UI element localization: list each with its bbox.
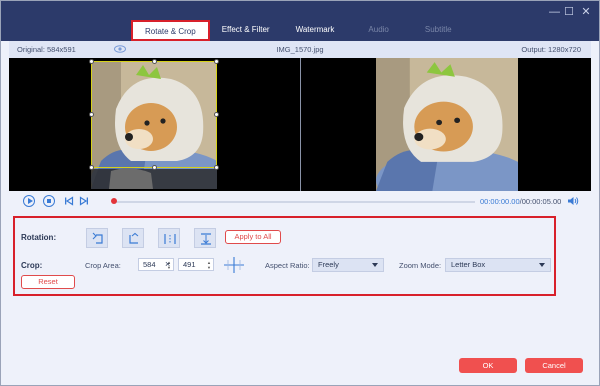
tab-rotate-crop[interactable]: Rotate & Crop: [131, 20, 210, 41]
minimize-icon[interactable]: —: [549, 7, 560, 18]
volume-icon[interactable]: [567, 196, 579, 206]
current-time: 00:00:00.00: [480, 197, 520, 206]
settings-panel: Rotation: Apply to All Crop: Crop Area: …: [13, 216, 556, 296]
original-preview: [9, 58, 300, 191]
apply-to-all-button[interactable]: Apply to All: [225, 230, 281, 244]
crop-handle-top[interactable]: [152, 59, 157, 64]
crop-handle-right[interactable]: [214, 112, 219, 117]
crop-area-label: Crop Area:: [85, 261, 121, 270]
rotate-left-button[interactable]: [86, 228, 108, 248]
crop-width-value: 584: [143, 260, 156, 269]
cancel-button[interactable]: Cancel: [525, 358, 583, 373]
tab-watermark[interactable]: Watermark: [282, 20, 349, 41]
aspect-ratio-value: Freely: [318, 260, 339, 269]
crop-handle-left[interactable]: [89, 112, 94, 117]
aspect-ratio-select[interactable]: Freely: [312, 258, 384, 272]
previous-frame-icon[interactable]: [64, 196, 74, 206]
preview-area: [9, 58, 591, 191]
crop-handle-bottom[interactable]: [152, 165, 157, 170]
aspect-ratio-label: Aspect Ratio:: [265, 261, 310, 270]
close-icon[interactable]: ✕: [581, 7, 591, 18]
tab-audio[interactable]: Audio: [348, 20, 408, 41]
zoom-mode-label: Zoom Mode:: [399, 261, 442, 270]
flip-vertical-button[interactable]: [194, 228, 216, 248]
tab-bar: Rotate & Crop Effect & Filter Watermark …: [131, 20, 468, 41]
dog-photo-output: [376, 58, 518, 191]
crop-handle-top-left[interactable]: [89, 59, 94, 64]
crop-label: Crop:: [21, 261, 43, 270]
timeline-track[interactable]: [113, 201, 475, 203]
zoom-mode-select[interactable]: Letter Box: [445, 258, 551, 272]
timeline-playhead[interactable]: [111, 198, 117, 204]
rotate-right-icon: [129, 232, 139, 244]
file-name: IMG_1570.jpg: [276, 45, 324, 54]
crop-selection[interactable]: [89, 59, 219, 170]
rotate-right-button[interactable]: [122, 228, 144, 248]
crop-height-input[interactable]: 491 ▲ ▼: [178, 258, 214, 271]
total-time: /00:00:05.00: [519, 197, 562, 206]
ok-button[interactable]: OK: [459, 358, 517, 373]
center-crop-icon[interactable]: [224, 257, 244, 273]
flip-horizontal-button[interactable]: [158, 228, 180, 248]
flip-horizontal-icon: [164, 234, 176, 244]
crop-handle-bottom-left[interactable]: [89, 165, 94, 170]
crop-height-stepper-icon[interactable]: ▲ ▼: [207, 260, 211, 270]
output-size: Output: 1280x720: [521, 45, 581, 54]
flip-vertical-icon: [201, 233, 211, 245]
next-frame-icon[interactable]: [79, 196, 89, 206]
times-sign: ×: [165, 259, 171, 269]
crop-handle-bottom-right[interactable]: [214, 165, 219, 170]
crop-height-value: 491: [183, 260, 196, 269]
reset-button[interactable]: Reset: [21, 275, 75, 289]
info-row: Original: 584x591 IMG_1570.jpg Output: 1…: [9, 41, 591, 58]
editor-window: — ☐ ✕ Rotate & Crop Effect & Filter Wate…: [0, 0, 600, 386]
tab-effect-filter[interactable]: Effect & Filter: [210, 20, 282, 41]
rotate-left-icon: [92, 232, 103, 244]
maximize-icon[interactable]: ☐: [564, 7, 574, 18]
title-bar: — ☐ ✕ Rotate & Crop Effect & Filter Wate…: [1, 1, 599, 41]
output-preview: [301, 58, 591, 191]
crop-handle-top-right[interactable]: [214, 59, 219, 64]
stop-button[interactable]: [43, 195, 55, 207]
tab-subtitle[interactable]: Subtitle: [409, 20, 468, 41]
playback-bar: 00:00:00.00/00:00:05.00: [9, 191, 591, 212]
chevron-down-icon: [372, 263, 378, 267]
rotation-label: Rotation:: [21, 233, 57, 242]
play-button[interactable]: [23, 195, 35, 207]
zoom-mode-value: Letter Box: [451, 260, 486, 269]
chevron-down-icon: [539, 263, 545, 267]
timecode: 00:00:00.00/00:00:05.00: [480, 197, 561, 206]
